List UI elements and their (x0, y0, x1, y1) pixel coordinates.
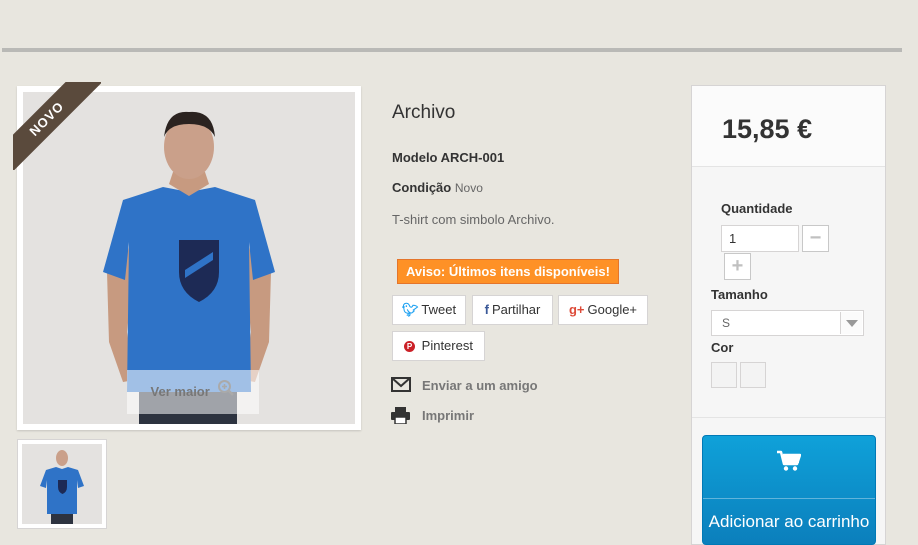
facebook-icon: f (484, 302, 489, 317)
product-description: T-shirt com simbolo Archivo. (392, 212, 555, 227)
size-select[interactable]: S (711, 310, 864, 336)
product-title: Archivo (392, 102, 456, 123)
plus-icon: + (731, 255, 744, 277)
buy-box: 15,85 € Quantidade 1 − + Tamanho S Cor A… (691, 85, 886, 545)
thumbnail-photo (22, 444, 102, 524)
price-area: 15,85 € (692, 86, 885, 167)
quantity-decrease-button[interactable]: − (802, 225, 829, 252)
size-label: Tamanho (711, 287, 768, 302)
buy-box-divider (692, 417, 885, 418)
pinterest-label: Pinterest (421, 338, 473, 353)
product-image-frame[interactable]: NOVO Ver maior (13, 82, 361, 430)
product-condition: Condição Novo (392, 180, 483, 195)
new-ribbon-label: NOVO (13, 82, 101, 170)
condition-value: Novo (454, 181, 483, 195)
quantity-label: Quantidade (721, 201, 793, 216)
quantity-input[interactable]: 1 (721, 225, 799, 252)
quantity-increase-button[interactable]: + (724, 253, 751, 280)
stock-warning-badge: Aviso: Últimos itens disponíveis! (397, 259, 619, 284)
cart-icon (703, 450, 875, 477)
google-plus-icon: g+ (568, 302, 585, 317)
zoom-label: Ver maior (150, 384, 210, 399)
google-plus-button[interactable]: g+ Google+ (558, 295, 648, 325)
minus-icon: − (809, 227, 822, 249)
color-swatch[interactable] (740, 362, 766, 388)
gplus-label: Google+ (587, 302, 638, 317)
pinterest-button[interactable]: P Pinterest (392, 331, 485, 361)
product-thumbnail[interactable] (17, 439, 107, 529)
facebook-share-button[interactable]: f Partilhar (472, 295, 553, 325)
color-swatch[interactable] (711, 362, 737, 388)
product-model: Modelo ARCH-001 (392, 150, 505, 165)
product-price: 15,85 € (722, 114, 813, 144)
top-divider (2, 48, 902, 52)
new-ribbon: NOVO (13, 82, 101, 170)
print-icon (391, 407, 410, 427)
pinterest-icon: P (404, 341, 416, 352)
color-label: Cor (711, 340, 734, 355)
print-label: Imprimir (422, 408, 475, 423)
envelope-icon (391, 377, 411, 395)
twitter-icon: 🐦︎ (401, 302, 419, 317)
tweet-button[interactable]: 🐦︎ Tweet (392, 295, 466, 325)
share-label: Partilhar (491, 302, 541, 317)
size-selected-value: S (722, 316, 731, 330)
chevron-down-icon (840, 312, 862, 334)
condition-label: Condição (392, 180, 452, 195)
add-to-cart-button[interactable]: Adicionar ao carrinho (702, 435, 876, 545)
zoom-button[interactable]: Ver maior (127, 370, 259, 414)
send-to-friend-label: Enviar a um amigo (422, 378, 538, 393)
add-to-cart-label: Adicionar ao carrinho (708, 512, 870, 531)
tweet-label: Tweet (421, 302, 457, 317)
zoom-icon (217, 371, 235, 415)
cart-icon-area (703, 450, 875, 499)
